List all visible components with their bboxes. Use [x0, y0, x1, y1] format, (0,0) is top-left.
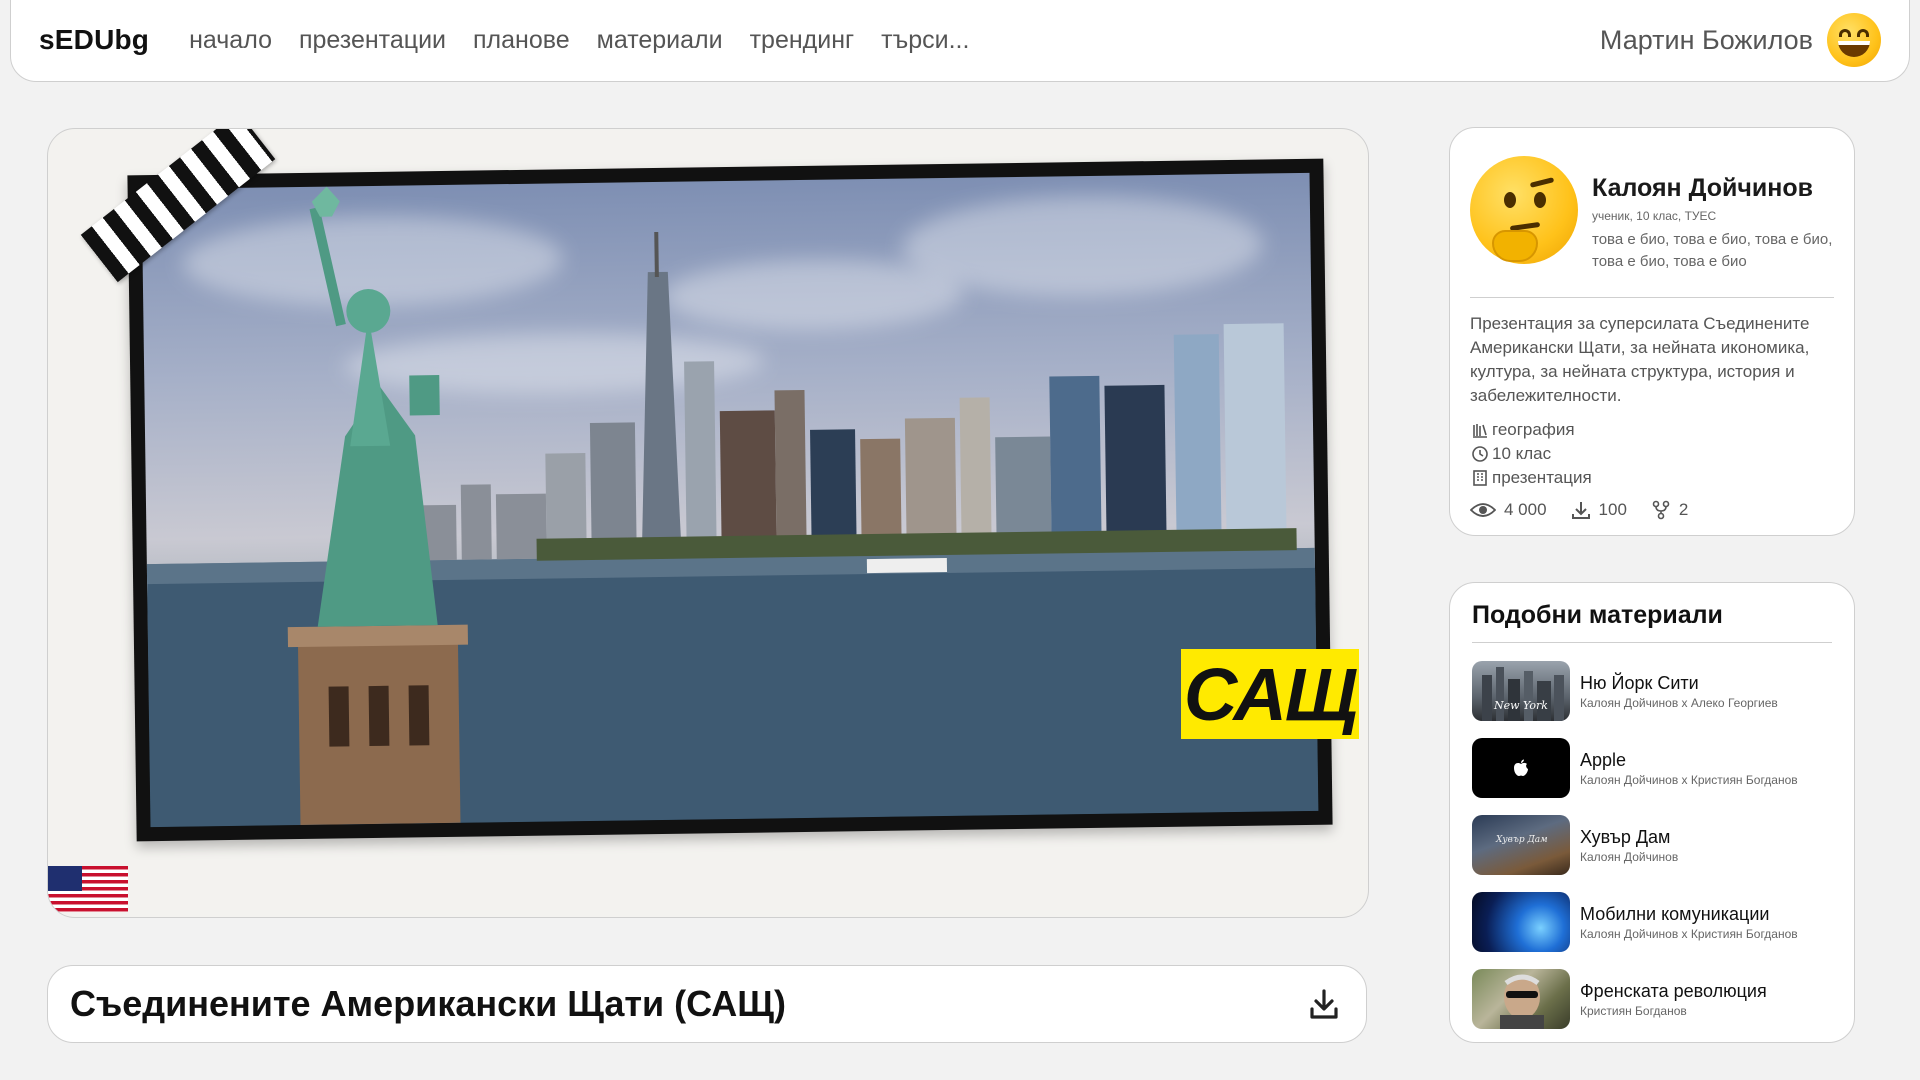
download-button[interactable]: [1304, 984, 1344, 1024]
presentation-title: Съединените Американски Щати (САЩ): [70, 983, 786, 1024]
similar-item-authors: Кристиян Богданов: [1580, 1003, 1687, 1018]
new-york-skyline-photo: [141, 172, 1319, 828]
tag-grade-label: 10 клас: [1492, 444, 1552, 463]
similar-item-french-revolution[interactable]: Френската революция Кристиян Богданов: [1472, 969, 1832, 1029]
country-label-sticker: САЩ: [1181, 649, 1359, 739]
us-flag-icon: [48, 866, 128, 912]
similar-item-mobile-communications[interactable]: Мобилни комуникации Калоян Дойчинов x Кр…: [1472, 892, 1832, 952]
similar-item-title[interactable]: Мобилни комуникации: [1580, 904, 1798, 925]
views-stat: 4 000: [1470, 500, 1547, 520]
site-logo[interactable]: sEDUbg: [39, 24, 149, 56]
thumbnail-new-york-text: New York: [1494, 699, 1548, 712]
similar-item-title[interactable]: Apple: [1580, 750, 1798, 771]
skyline-illustration: [146, 186, 1319, 828]
similar-item-authors: Калоян Дойчинов x Алеко Георгиев: [1580, 695, 1778, 710]
presentation-title-bar: Съединените Американски Щати (САЩ): [47, 965, 1367, 1043]
user-avatar-grinning-emoji-icon[interactable]: [1827, 13, 1881, 67]
fork-icon: [1652, 500, 1670, 520]
nav-link-trending[interactable]: трендинг: [750, 26, 855, 55]
tag-subject-label: география: [1492, 420, 1575, 439]
tag-subject[interactable]: география: [1470, 418, 1834, 442]
thumbnail-french-revolution: [1472, 969, 1570, 1029]
similar-item-title[interactable]: Ню Йорк Сити: [1580, 673, 1778, 694]
downloads-count: 100: [1598, 500, 1627, 519]
similar-item-title[interactable]: Хувър Дам: [1580, 827, 1678, 848]
library-icon: [1470, 420, 1490, 440]
similar-materials-title: Подобни материали: [1472, 601, 1832, 643]
nav-link-plans[interactable]: планове: [473, 26, 570, 55]
apple-logo-icon: [1514, 759, 1528, 776]
similar-item-apple[interactable]: Apple Калоян Дойчинов x Кристиян Богдано…: [1472, 738, 1832, 798]
presentation-description: Презентация за суперсилата Съединените А…: [1470, 314, 1810, 405]
tag-type-label: презентация: [1492, 468, 1592, 487]
author-name[interactable]: Калоян Дойчинов: [1592, 174, 1834, 203]
thumbnail-apple: [1472, 738, 1570, 798]
nav-link-search[interactable]: търси...: [881, 26, 969, 55]
author-header: Калоян Дойчинов ученик, 10 клас, ТУЕС то…: [1470, 148, 1834, 298]
similar-item-authors: Калоян Дойчинов x Кристиян Богданов: [1580, 926, 1798, 941]
presentation-tags: география 10 клас презентация: [1470, 418, 1834, 490]
similar-item-authors: Калоян Дойчинов: [1580, 849, 1679, 864]
views-count: 4 000: [1504, 500, 1547, 519]
tag-type[interactable]: презентация: [1470, 466, 1834, 490]
thumbnail-hoover-dam: Хувър Дам: [1472, 815, 1570, 875]
forks-count: 2: [1678, 500, 1689, 519]
nav-link-presentations[interactable]: презентации: [299, 26, 446, 55]
downloads-stat: 100: [1571, 500, 1627, 520]
author-bio: това е био, това е био, това е био, това…: [1592, 231, 1833, 270]
download-icon: [1310, 989, 1338, 1019]
top-navigation: sEDUbg начало презентации планове матери…: [10, 0, 1910, 82]
building-icon: [1470, 468, 1490, 488]
forks-stat: 2: [1651, 500, 1688, 520]
thumbnail-hoover-dam-text: Хувър Дам: [1496, 835, 1548, 845]
user-menu[interactable]: Мартин Божилов: [1600, 13, 1881, 67]
thinking-emoji-avatar-icon[interactable]: [1470, 156, 1578, 264]
similar-item-authors: Калоян Дойчинов x Кристиян Богданов: [1580, 772, 1798, 787]
eye-icon: [1470, 503, 1496, 517]
user-name[interactable]: Мартин Божилов: [1600, 25, 1813, 56]
nav-link-home[interactable]: начало: [189, 26, 272, 55]
presentation-preview[interactable]: САЩ: [47, 128, 1369, 918]
thumbnail-new-york: New York: [1472, 661, 1570, 721]
similar-item-new-york[interactable]: New York Ню Йорк Сити Калоян Дойчинов x …: [1472, 661, 1832, 721]
presentation-stats: 4 000 100 2: [1470, 500, 1834, 520]
thumbnail-mobile-communications: [1472, 892, 1570, 952]
download-small-icon: [1571, 502, 1590, 519]
nav-link-materials[interactable]: материали: [597, 26, 723, 55]
author-card: Калоян Дойчинов ученик, 10 клас, ТУЕС то…: [1449, 127, 1855, 536]
similar-item-hoover-dam[interactable]: Хувър Дам Хувър Дам Калоян Дойчинов: [1472, 815, 1832, 875]
clock-icon: [1470, 444, 1490, 464]
tag-grade[interactable]: 10 клас: [1470, 442, 1834, 466]
similar-item-title[interactable]: Френската революция: [1580, 981, 1767, 1002]
cover-photo-frame: [127, 158, 1333, 842]
similar-materials: Подобни материали New York Ню Йорк Сити …: [1449, 582, 1855, 1043]
author-meta: ученик, 10 клас, ТУЕС: [1592, 209, 1717, 223]
